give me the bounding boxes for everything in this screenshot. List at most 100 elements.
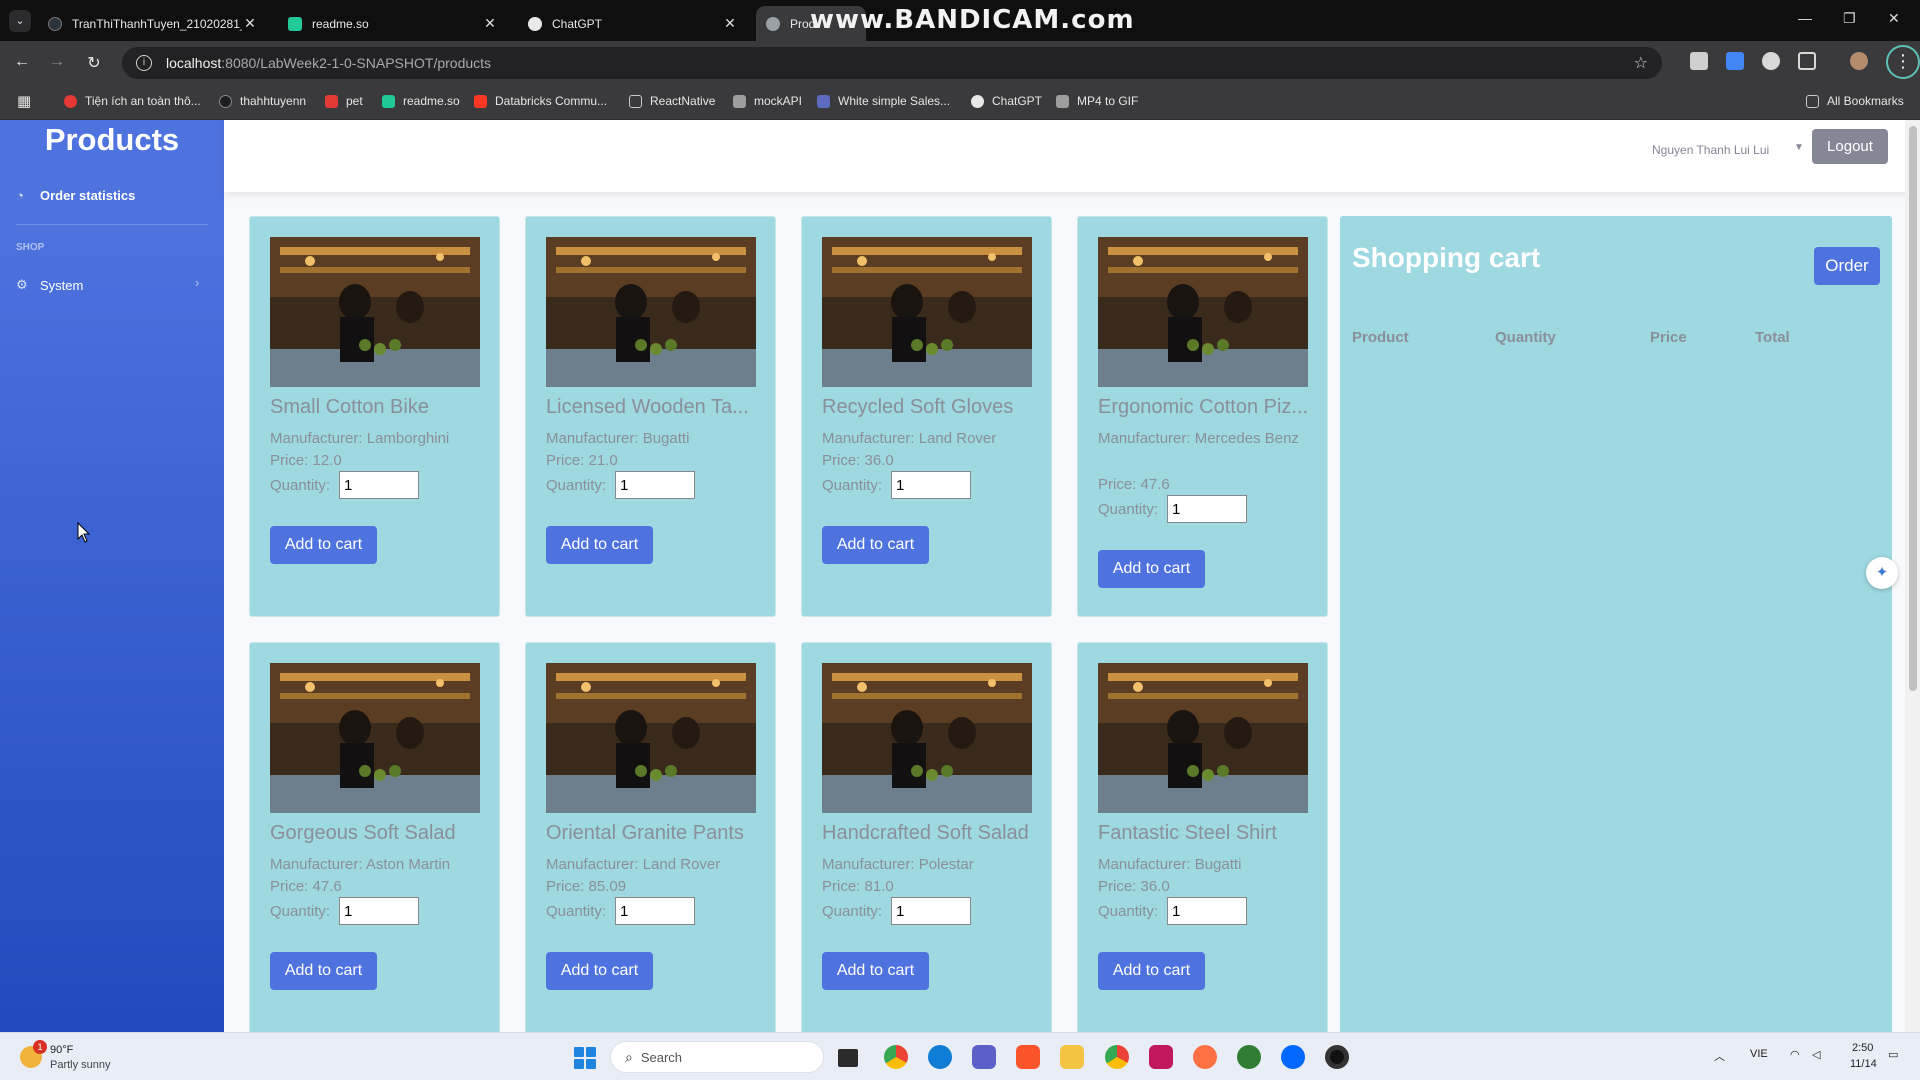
windows-start-icon[interactable]: [574, 1047, 596, 1069]
bookmark-item[interactable]: MP4 to GIF: [1056, 94, 1138, 108]
taskbar-search[interactable]: ⌕ Search: [610, 1041, 824, 1073]
caret-down-icon[interactable]: ▼: [1794, 142, 1804, 153]
bookmark-item[interactable]: Databricks Commu...: [474, 94, 607, 108]
logout-button[interactable]: Logout: [1812, 129, 1888, 164]
sidebar-item-order-statistics[interactable]: ◔ Order statistics: [16, 188, 135, 203]
browser-tab-3[interactable]: ChatGPT ✕: [518, 6, 748, 41]
quantity-input[interactable]: [891, 897, 971, 925]
tachometer-icon: ◔: [16, 188, 24, 203]
order-button[interactable]: Order: [1814, 247, 1880, 285]
clock-date[interactable]: 11/14: [1850, 1058, 1877, 1070]
product-manufacturer: Manufacturer: Aston Martin: [270, 856, 451, 873]
intellij-icon[interactable]: [1149, 1045, 1173, 1069]
notification-icon[interactable]: ▭: [1888, 1048, 1898, 1061]
minimize-icon[interactable]: —: [1798, 10, 1812, 26]
product-name: Gorgeous Soft Salad: [270, 822, 456, 844]
bookmark-item[interactable]: mockAPI: [733, 94, 802, 108]
assistant-widget-icon[interactable]: ✦: [1866, 557, 1898, 589]
close-icon[interactable]: ✕: [242, 15, 258, 32]
scrollbar-thumb[interactable]: [1909, 126, 1917, 691]
cart-column-header: Product: [1352, 329, 1409, 346]
add-to-cart-button[interactable]: Add to cart: [546, 526, 653, 564]
mouse-cursor-icon: [77, 522, 91, 543]
clock-time[interactable]: 2:50: [1852, 1042, 1873, 1054]
bookmark-folder[interactable]: ReactNative: [629, 94, 715, 108]
bookmark-item[interactable]: readme.so: [382, 94, 460, 108]
edge-icon[interactable]: [928, 1045, 952, 1069]
close-window-icon[interactable]: ✕: [1888, 10, 1900, 27]
bookmark-star-icon[interactable]: ☆: [1634, 53, 1648, 73]
user-name[interactable]: Nguyen Thanh Lui Lui: [1652, 143, 1769, 157]
bookmark-item[interactable]: pet: [325, 94, 363, 108]
quantity-input[interactable]: [891, 471, 971, 499]
chrome-icon[interactable]: [884, 1045, 908, 1069]
puzzle-icon[interactable]: [1798, 52, 1816, 70]
reload-icon[interactable]: ↻: [84, 53, 104, 73]
chevron-right-icon: ›: [195, 275, 200, 290]
browser-menu-icon[interactable]: ⋮: [1886, 45, 1920, 79]
page-scrollbar[interactable]: [1905, 120, 1920, 1032]
extension-gear-icon[interactable]: [1762, 52, 1780, 70]
weather-temperature[interactable]: 90°F: [50, 1044, 73, 1056]
hs-app-icon[interactable]: [1237, 1045, 1261, 1069]
close-icon[interactable]: ✕: [482, 15, 498, 32]
task-view-icon[interactable]: [838, 1049, 858, 1067]
url-host: localhost: [166, 55, 222, 71]
apps-grid-icon[interactable]: ▦: [17, 92, 31, 110]
quantity-input[interactable]: [615, 471, 695, 499]
add-to-cart-button[interactable]: Add to cart: [270, 952, 377, 990]
product-card: Oriental Granite Pants Manufacturer: Lan…: [525, 642, 776, 1032]
teams-icon[interactable]: [972, 1045, 996, 1069]
tab-search-button[interactable]: ⌄: [9, 10, 31, 32]
forward-icon[interactable]: →: [47, 53, 67, 71]
restore-icon[interactable]: ❐: [1843, 10, 1856, 27]
language-indicator[interactable]: VIE: [1750, 1048, 1768, 1060]
sidebar-brand[interactable]: Products: [0, 120, 224, 174]
postman-icon[interactable]: [1193, 1045, 1217, 1069]
add-to-cart-button[interactable]: Add to cart: [822, 526, 929, 564]
qr-code-icon[interactable]: [1690, 52, 1708, 70]
github-icon: [219, 94, 232, 108]
add-to-cart-button[interactable]: Add to cart: [1098, 952, 1205, 990]
bookmark-item[interactable]: ChatGPT: [971, 94, 1042, 108]
browser-tab-1[interactable]: TranThiThanhTuyen_21020281_ ✕: [38, 6, 268, 41]
translate-icon[interactable]: [1726, 52, 1744, 70]
chrome-active-icon[interactable]: [1105, 1045, 1129, 1069]
browser-tab-strip: ⌄ TranThiThanhTuyen_21020281_ ✕ readme.s…: [0, 0, 1920, 41]
quantity-label: Quantity:: [1098, 501, 1159, 518]
quantity-input[interactable]: [339, 897, 419, 925]
quantity-input[interactable]: [615, 897, 695, 925]
github-icon: [48, 16, 62, 31]
cart-column-header: Price: [1650, 329, 1687, 346]
bandicam-record-icon[interactable]: [1325, 1045, 1349, 1069]
volume-icon[interactable]: ◁: [1812, 1048, 1820, 1061]
zalo-icon[interactable]: [1281, 1045, 1305, 1069]
product-price: Price: 85.09: [546, 878, 627, 895]
bookmark-item[interactable]: thahhtuyenn: [219, 94, 306, 108]
site-info-icon[interactable]: i: [136, 55, 152, 71]
file-explorer-icon[interactable]: [1060, 1045, 1084, 1069]
product-image: [1098, 663, 1308, 813]
wifi-icon[interactable]: ◠: [1790, 1048, 1800, 1061]
bookmark-item[interactable]: Tiện ích an toàn thô...: [64, 94, 201, 108]
chevron-up-icon[interactable]: ︿: [1714, 1048, 1725, 1064]
all-bookmarks[interactable]: All Bookmarks: [1806, 94, 1904, 108]
back-icon[interactable]: ←: [12, 53, 32, 71]
bookmark-item[interactable]: White simple Sales...: [817, 94, 950, 108]
bookmark-label: MP4 to GIF: [1077, 94, 1139, 108]
add-to-cart-button[interactable]: Add to cart: [1098, 550, 1205, 588]
browser-tab-2[interactable]: readme.so ✕: [278, 6, 508, 41]
product-card: Fantastic Steel Shirt Manufacturer: Buga…: [1077, 642, 1328, 1032]
close-icon[interactable]: ✕: [722, 15, 738, 32]
weather-description[interactable]: Partly sunny: [50, 1059, 111, 1071]
add-to-cart-button[interactable]: Add to cart: [270, 526, 377, 564]
profile-avatar-icon[interactable]: [1850, 52, 1868, 70]
sidebar-item-system[interactable]: ⚙ System: [16, 277, 83, 293]
quantity-input[interactable]: [1167, 897, 1247, 925]
brave-icon[interactable]: [1016, 1045, 1040, 1069]
quantity-input[interactable]: [339, 471, 419, 499]
url-field[interactable]: i localhost:8080/LabWeek2-1-0-SNAPSHOT/p…: [122, 47, 1662, 79]
quantity-input[interactable]: [1167, 495, 1247, 523]
add-to-cart-button[interactable]: Add to cart: [546, 952, 653, 990]
add-to-cart-button[interactable]: Add to cart: [822, 952, 929, 990]
